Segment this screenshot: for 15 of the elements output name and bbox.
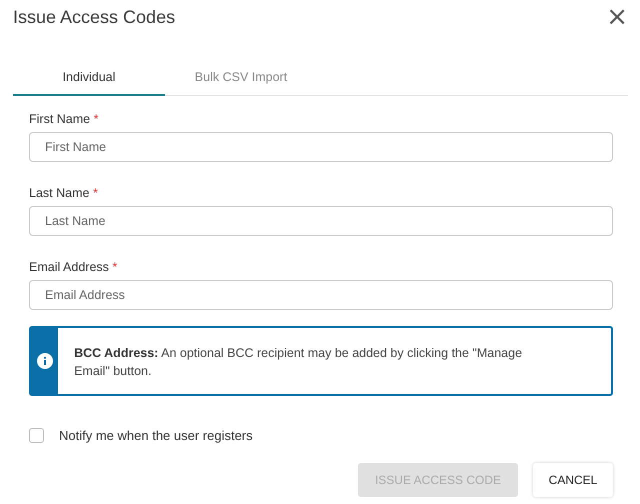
- field-label: First Name *: [29, 112, 100, 126]
- cancel-button[interactable]: CANCEL: [533, 463, 613, 497]
- info-icon: [36, 353, 53, 369]
- tab[interactable]: Bulk CSV Import: [165, 60, 317, 96]
- dialog-title: Issue Access Codes: [13, 6, 176, 28]
- checkbox[interactable]: [29, 428, 44, 443]
- field-label: Last Name *: [29, 186, 99, 200]
- checkbox-label: Notify me when the user registers: [59, 428, 253, 443]
- info-message: BCC Address: An optional BCC recipient may be added by clicking the "Manage Email" button.: [73, 345, 524, 380]
- input-field[interactable]: Last Name: [29, 206, 613, 236]
- input-field[interactable]: Email Address: [29, 280, 613, 310]
- input-field[interactable]: First Name: [29, 132, 613, 162]
- field-label: Email Address *: [29, 260, 118, 274]
- close-button[interactable]: ×: [602, 4, 632, 30]
- tab[interactable]: Individual: [13, 60, 165, 96]
